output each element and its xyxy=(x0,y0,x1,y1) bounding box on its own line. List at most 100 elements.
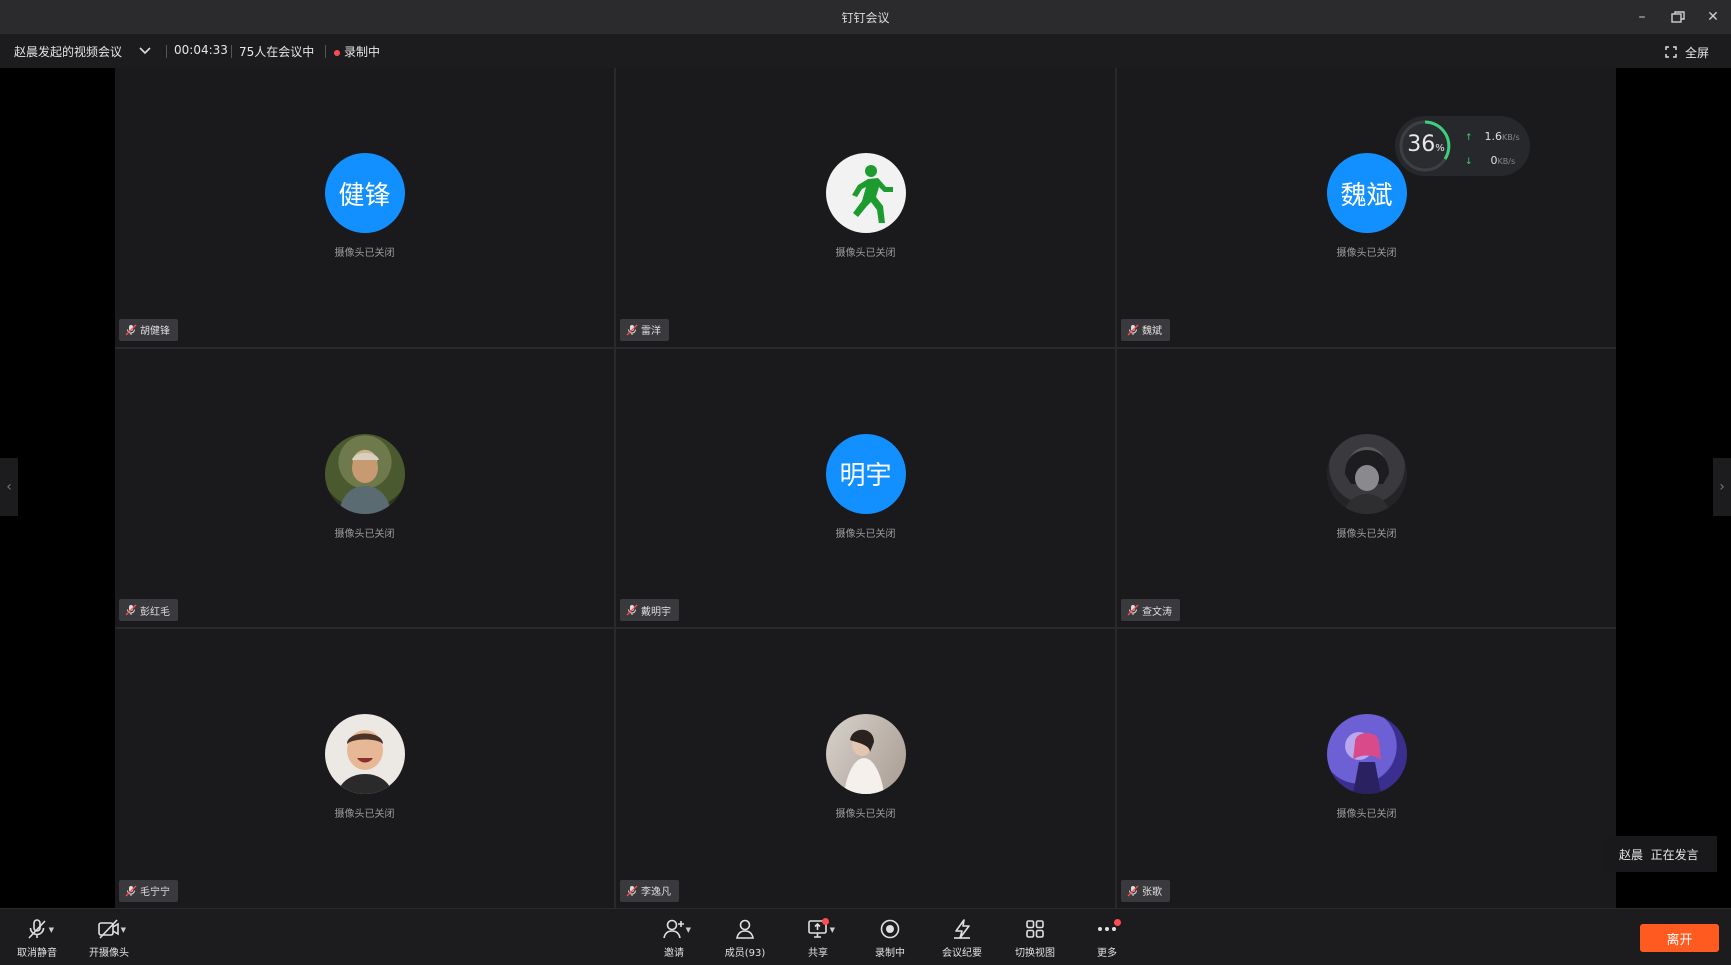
caret-down-icon[interactable]: ▼ xyxy=(686,926,691,934)
avatar xyxy=(324,714,405,795)
network-stats-widget[interactable]: 36% ↑ 1.6KB/s ↓ 0KB/s xyxy=(1395,116,1530,176)
name-tag: 戴明宇 xyxy=(620,599,679,622)
avatar-initials: 健锋 xyxy=(338,180,391,211)
upload-rate: ↑ 1.6KB/s xyxy=(1465,130,1520,143)
avatar-initials: 魏斌 xyxy=(1340,180,1393,211)
participant-tile[interactable]: 摄像头已关闭 张歌 xyxy=(1117,629,1616,908)
upload-unit: KB/s xyxy=(1502,133,1520,142)
person-photo-icon xyxy=(338,452,391,514)
minutes-icon xyxy=(947,918,977,940)
invite-user-icon: ▼ xyxy=(659,918,691,940)
camera-label: 开摄像头 xyxy=(89,948,129,959)
more-label: 更多 xyxy=(1097,948,1117,959)
mic-muted-icon xyxy=(125,324,137,336)
close-button[interactable]: ✕ xyxy=(1699,5,1727,29)
person-photo-icon xyxy=(336,730,393,795)
mic-muted-icon: ▼ xyxy=(22,918,54,940)
chevron-down-icon[interactable] xyxy=(139,47,151,55)
notification-dot xyxy=(822,918,829,925)
caret-down-icon[interactable]: ▼ xyxy=(121,926,126,934)
record-icon xyxy=(875,918,905,940)
download-value: 0 xyxy=(1490,154,1498,167)
camera-status: 摄像头已关闭 xyxy=(334,809,395,821)
leave-button[interactable]: 离开 xyxy=(1640,924,1719,952)
notification-dot xyxy=(1114,919,1121,926)
participant-tile[interactable]: 健锋 摄像头已关闭 胡健锋 xyxy=(115,68,614,347)
fullscreen-button[interactable]: 全屏 xyxy=(1665,44,1709,61)
mic-muted-icon xyxy=(626,324,638,336)
participant-name: 张歌 xyxy=(1142,887,1162,899)
mic-muted-icon xyxy=(1127,604,1139,616)
download-unit: KB/s xyxy=(1497,157,1516,166)
next-page-button[interactable]: › xyxy=(1713,458,1731,516)
caret-down-icon[interactable]: ▼ xyxy=(830,926,835,934)
recording-indicator: 录制中 xyxy=(334,43,380,60)
minutes-label: 会议纪要 xyxy=(942,948,982,959)
mic-muted-icon xyxy=(626,885,638,897)
cpu-percent-value: 36 xyxy=(1407,132,1436,157)
participant-name: 查文涛 xyxy=(1142,606,1172,618)
camera-status: 摄像头已关闭 xyxy=(835,248,896,259)
chevron-right-icon: › xyxy=(1719,479,1725,495)
invite-button[interactable]: ▼ 邀请 xyxy=(645,918,703,959)
members-label: 成员(93) xyxy=(724,948,766,959)
minimize-button[interactable]: – xyxy=(1628,5,1656,29)
participant-tile[interactable]: 摄像头已关闭 雷洋 xyxy=(616,68,1115,347)
meeting-minutes-button[interactable]: 会议纪要 xyxy=(933,918,991,959)
participant-tile[interactable]: 摄像头已关闭 李逸凡 xyxy=(616,629,1115,908)
mic-muted-icon xyxy=(125,885,137,897)
participant-tile[interactable]: 摄像头已关闭 彭红毛 xyxy=(115,348,614,628)
cpu-percent-unit: % xyxy=(1435,143,1445,154)
switch-view-label: 切换视图 xyxy=(1015,948,1055,959)
restore-button[interactable] xyxy=(1664,5,1692,29)
running-person-icon xyxy=(851,165,893,223)
arrow-down-icon: ↓ xyxy=(1465,157,1473,167)
participant-name: 胡健锋 xyxy=(140,326,170,338)
meeting-name[interactable]: 赵晨发起的视频会议 xyxy=(14,43,122,60)
speaker-status: 正在发言 xyxy=(1650,847,1699,862)
more-dots-icon xyxy=(1092,918,1122,940)
avatar xyxy=(825,153,906,233)
mic-muted-icon xyxy=(626,604,638,616)
divider xyxy=(166,45,167,58)
camera-status: 摄像头已关闭 xyxy=(1336,528,1397,540)
camera-status: 摄像头已关闭 xyxy=(334,528,395,540)
download-rate: ↓ 0KB/s xyxy=(1465,154,1515,167)
more-button[interactable]: 更多 xyxy=(1078,918,1136,959)
participant-tile[interactable]: 明宇 摄像头已关闭 戴明宇 xyxy=(616,348,1115,628)
person-photo-icon xyxy=(843,730,884,795)
participant-tile[interactable]: 魏斌 摄像头已关闭 魏斌 xyxy=(1117,68,1616,347)
caret-down-icon[interactable]: ▼ xyxy=(49,926,54,934)
share-label: 共享 xyxy=(808,948,828,959)
prev-page-button[interactable]: ‹ xyxy=(0,458,18,516)
participant-tile[interactable]: 摄像头已关闭 毛宁宁 xyxy=(115,629,614,908)
share-screen-icon: ▼ xyxy=(803,918,835,940)
mic-muted-icon xyxy=(1127,885,1139,897)
upload-value: 1.6 xyxy=(1484,130,1503,143)
share-button[interactable]: ▼ 共享 xyxy=(789,918,847,959)
camera-status: 摄像头已关闭 xyxy=(334,248,395,259)
invite-label: 邀请 xyxy=(664,948,684,959)
person-photo-icon xyxy=(1352,733,1381,795)
name-tag: 张歌 xyxy=(1121,879,1170,902)
avatar xyxy=(324,433,405,514)
camera-button[interactable]: ▼ 开摄像头 xyxy=(80,918,138,959)
speaker-name: 赵晨 xyxy=(1619,847,1644,862)
members-icon xyxy=(730,918,760,940)
recording-button[interactable]: 录制中 xyxy=(861,918,919,959)
camera-off-icon: ▼ xyxy=(94,918,126,940)
cpu-usage: 36% xyxy=(1403,132,1449,157)
switch-view-button[interactable]: 切换视图 xyxy=(1006,918,1064,959)
title-bar: 钉钉会议 – ✕ xyxy=(0,0,1731,34)
fullscreen-label: 全屏 xyxy=(1685,46,1710,60)
name-tag: 查文涛 xyxy=(1121,599,1180,622)
unmute-button[interactable]: ▼ 取消静音 xyxy=(8,918,66,959)
members-button[interactable]: 成员(93) xyxy=(716,918,774,959)
participant-tile[interactable]: 摄像头已关闭 查文涛 xyxy=(1117,348,1616,628)
name-tag: 雷洋 xyxy=(620,318,669,341)
chevron-left-icon: ‹ xyxy=(6,479,12,495)
arrow-up-icon: ↑ xyxy=(1465,133,1473,143)
camera-status: 摄像头已关闭 xyxy=(1336,809,1397,821)
participant-name: 戴明宇 xyxy=(641,606,671,618)
camera-status: 摄像头已关闭 xyxy=(835,528,896,540)
